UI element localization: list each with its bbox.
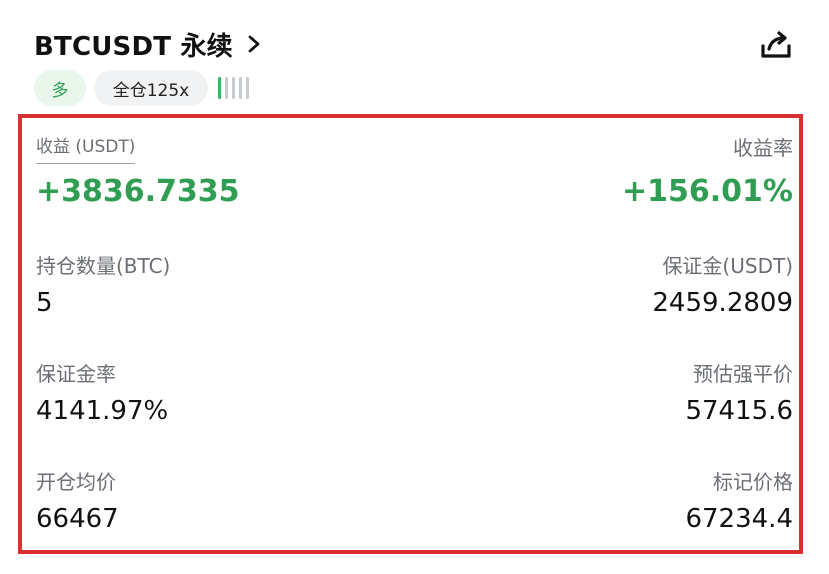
liq-price-value-cell: 57415.6	[685, 396, 793, 426]
risk-level-bar	[246, 77, 249, 99]
liq-price-value: 57415.6	[685, 396, 793, 426]
mark-price-value-cell: 67234.4	[685, 504, 793, 534]
risk-level-bar	[225, 77, 228, 99]
share-icon[interactable]	[758, 28, 794, 62]
risk-level-indicator	[218, 76, 253, 100]
margin-label-cell: 保证金(USDT)	[662, 250, 793, 279]
position-tags: 多 全仓125x	[34, 70, 253, 106]
mark-price-value: 67234.4	[685, 504, 793, 534]
margin-value-cell: 2459.2809	[652, 288, 793, 318]
pnl-label-cell[interactable]: 收益 (USDT)	[36, 132, 136, 164]
size-value: 5	[36, 288, 53, 318]
entry-price-label: 开仓均价	[36, 470, 116, 494]
margin-ratio-value: 4141.97%	[36, 396, 169, 426]
risk-level-bar	[232, 77, 235, 99]
mark-price-label-cell: 标记价格	[713, 466, 793, 495]
entry-price-label-cell: 开仓均价	[36, 466, 116, 495]
size-value-cell: 5	[36, 288, 53, 318]
margin-ratio-label: 保证金率	[36, 362, 116, 386]
page-title: BTCUSDT 永续	[34, 31, 233, 62]
margin-ratio-value-cell: 4141.97%	[36, 396, 168, 426]
chevron-right-icon	[247, 34, 261, 54]
margin-label: 保证金(USDT)	[662, 254, 793, 278]
roe-value: +156.01%	[622, 174, 793, 209]
pnl-value: +3836.7335	[36, 174, 240, 209]
roe-label: 收益率	[733, 136, 793, 160]
risk-level-bar	[218, 77, 221, 99]
margin-value: 2459.2809	[652, 288, 793, 318]
entry-price-value-cell: 66467	[36, 504, 119, 534]
risk-level-bar	[239, 77, 242, 99]
contract-title-link[interactable]: BTCUSDT 永续	[34, 26, 261, 62]
long-side-badge: 多	[34, 70, 86, 106]
size-label: 持仓数量(BTC)	[36, 254, 171, 278]
margin-leverage-badge[interactable]: 全仓125x	[94, 70, 208, 106]
liq-price-label: 预估强平价	[693, 362, 793, 386]
margin-ratio-label-cell: 保证金率	[36, 358, 116, 387]
pnl-value-cell: +3836.7335	[36, 174, 240, 209]
mark-price-label: 标记价格	[713, 470, 793, 494]
entry-price-value: 66467	[36, 504, 119, 534]
roe-value-cell: +156.01%	[622, 174, 793, 209]
pnl-label[interactable]: 收益 (USDT)	[36, 132, 136, 164]
liq-price-label-cell: 预估强平价	[693, 358, 793, 387]
size-label-cell: 持仓数量(BTC)	[36, 250, 170, 279]
position-details-panel: 收益 (USDT) 收益率 +3836.7335 +156.01% 持仓数量(B…	[18, 114, 803, 554]
roe-label-cell: 收益率	[733, 132, 793, 161]
